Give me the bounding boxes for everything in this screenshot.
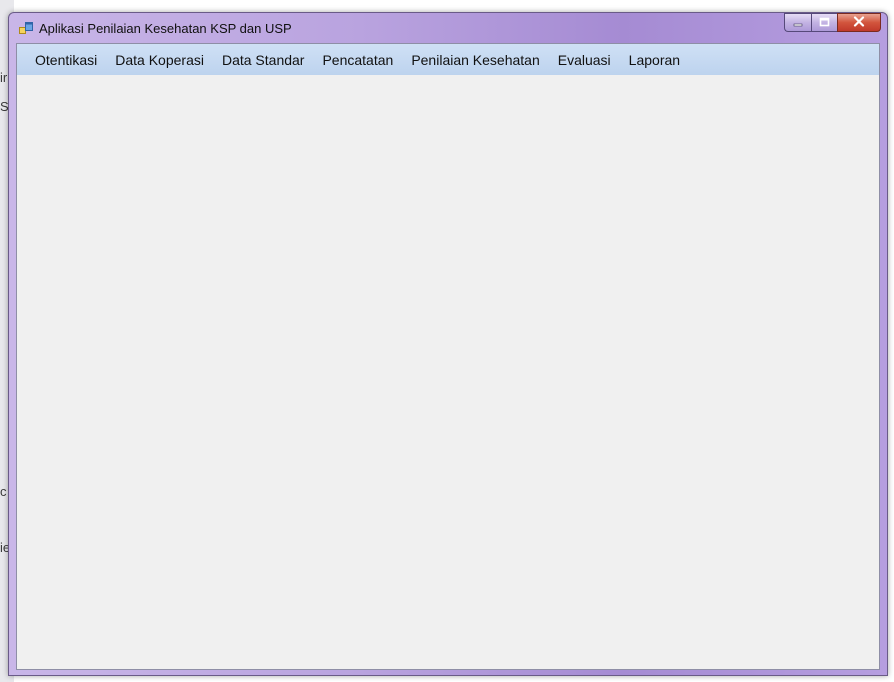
minimize-button[interactable] bbox=[784, 13, 811, 32]
app-window-icon[interactable] bbox=[19, 22, 33, 36]
title-bar[interactable]: Aplikasi Penilaian Kesehatan KSP dan USP bbox=[9, 13, 887, 43]
maximize-icon bbox=[819, 14, 830, 32]
menu-bar: Otentikasi Data Koperasi Data Standar Pe… bbox=[17, 44, 879, 75]
menu-item-data-standar[interactable]: Data Standar bbox=[213, 48, 314, 72]
menu-item-evaluasi[interactable]: Evaluasi bbox=[549, 48, 620, 72]
maximize-button[interactable] bbox=[811, 13, 837, 32]
minimize-icon bbox=[793, 14, 803, 32]
main-form-area: Otentikasi Data Koperasi Data Standar Pe… bbox=[16, 43, 880, 670]
close-icon bbox=[853, 14, 865, 32]
menu-item-data-koperasi[interactable]: Data Koperasi bbox=[106, 48, 213, 72]
menu-item-pencatatan[interactable]: Pencatatan bbox=[313, 48, 402, 72]
close-button[interactable] bbox=[837, 13, 881, 32]
window-title: Aplikasi Penilaian Kesehatan KSP dan USP bbox=[39, 21, 292, 36]
window-controls bbox=[784, 13, 881, 33]
menu-item-laporan[interactable]: Laporan bbox=[620, 48, 689, 72]
app-window: Aplikasi Penilaian Kesehatan KSP dan USP… bbox=[8, 12, 888, 676]
menu-item-penilaian-kesehatan[interactable]: Penilaian Kesehatan bbox=[402, 48, 548, 72]
menu-item-otentikasi[interactable]: Otentikasi bbox=[29, 48, 106, 72]
